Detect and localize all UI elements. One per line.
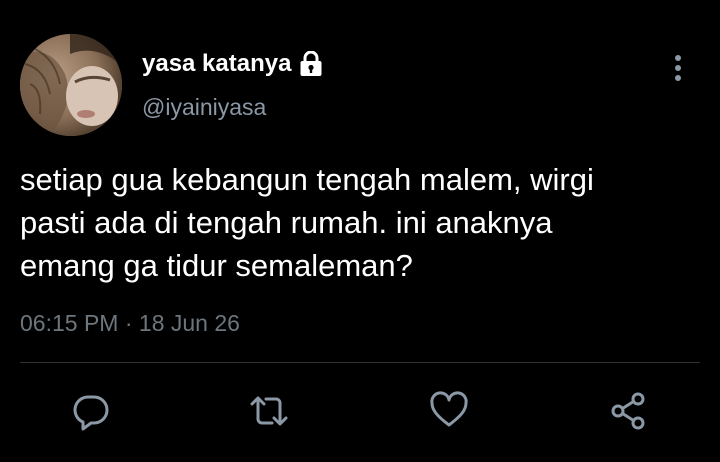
reply-button[interactable]	[66, 386, 116, 436]
display-name[interactable]: yasa katanya	[142, 50, 291, 78]
handle[interactable]: @iyainiyasa	[142, 94, 266, 121]
tweet-card: yasa katanya @iyainiyasa setiap gua keba…	[0, 0, 720, 462]
more-options-button[interactable]	[664, 52, 692, 84]
avatar[interactable]	[20, 34, 122, 136]
more-vertical-icon	[675, 55, 681, 81]
tweet-date[interactable]: 18 Jun 26	[139, 310, 240, 336]
like-icon	[430, 391, 468, 427]
tweet-text: setiap gua kebangun tengah malem, wirgi …	[20, 162, 594, 283]
reply-icon	[73, 395, 109, 431]
tweet-timestamp[interactable]: 06:15 PM · 18 Jun 26	[20, 310, 240, 337]
meta-separator: ·	[124, 310, 133, 336]
display-name-row[interactable]: yasa katanya	[142, 50, 323, 78]
avatar-photo	[20, 34, 122, 136]
share-icon	[611, 392, 645, 430]
share-button[interactable]	[604, 386, 654, 436]
divider	[20, 362, 700, 363]
retweet-icon	[250, 396, 288, 426]
action-bar	[0, 386, 720, 436]
like-button[interactable]	[424, 386, 474, 436]
retweet-button[interactable]	[244, 386, 294, 436]
tweet-time[interactable]: 06:15 PM	[20, 310, 118, 336]
lock-icon	[299, 50, 323, 77]
